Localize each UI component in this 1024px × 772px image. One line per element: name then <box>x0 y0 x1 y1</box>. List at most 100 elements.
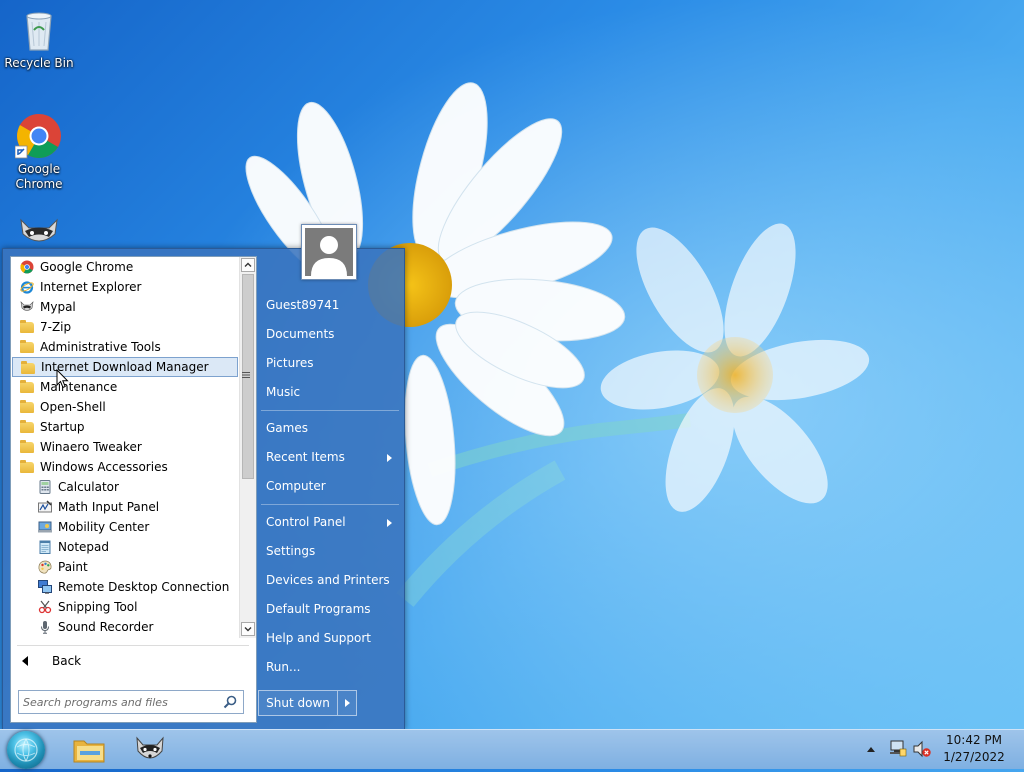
program-item-remote-desktop-connection[interactable]: Remote Desktop Connection <box>11 577 239 597</box>
user-silhouette-icon <box>305 228 353 276</box>
program-item-windows-accessories[interactable]: Windows Accessories <box>11 457 239 477</box>
shutdown-button[interactable]: Shut down <box>259 691 338 715</box>
scroll-up-button[interactable] <box>241 258 255 272</box>
program-item-internet-explorer[interactable]: Internet Explorer <box>11 277 239 297</box>
menu-item-user[interactable]: Guest89741 <box>266 298 339 312</box>
back-label: Back <box>52 654 82 668</box>
program-item-math-input-panel[interactable]: Math Input Panel <box>11 497 239 517</box>
folder-icon <box>20 420 34 433</box>
program-label: Internet Explorer <box>40 280 142 294</box>
program-item-startup[interactable]: Startup <box>11 417 239 437</box>
recycle-bin-icon <box>15 6 63 54</box>
program-item-snipping-tool[interactable]: Snipping Tool <box>11 597 239 617</box>
start-orb-icon <box>14 738 38 762</box>
menu-item-recent-items[interactable]: Recent Items <box>266 450 392 464</box>
search-input[interactable] <box>21 693 221 711</box>
clock-time: 10:42 PM <box>946 733 1002 747</box>
program-item-maintenance[interactable]: Maintenance <box>11 377 239 397</box>
program-item-winaero-tweaker[interactable]: Winaero Tweaker <box>11 437 239 457</box>
program-label: Paint <box>58 560 88 574</box>
menu-item-computer[interactable]: Computer <box>266 479 326 493</box>
submenu-arrow-icon <box>387 519 392 527</box>
program-label: Startup <box>40 420 85 434</box>
menu-item-pictures[interactable]: Pictures <box>266 356 314 370</box>
paint-icon <box>38 560 52 574</box>
program-label: Mobility Center <box>58 520 150 534</box>
program-item-notepad[interactable]: Notepad <box>11 537 239 557</box>
program-label: Open-Shell <box>40 400 106 414</box>
program-item-paint[interactable]: Paint <box>11 557 239 577</box>
program-item-administrative-tools[interactable]: Administrative Tools <box>11 337 239 357</box>
folder-icon <box>73 740 105 763</box>
taskbar-clock[interactable]: 10:42 PM 1/27/2022 <box>930 732 1018 766</box>
menu-separator <box>261 410 399 411</box>
menu-item-label: Recent Items <box>266 450 345 464</box>
program-item-internet-download-manager[interactable]: Internet Download Manager <box>12 357 238 377</box>
program-label: 7-Zip <box>40 320 72 334</box>
menu-item-run[interactable]: Run... <box>266 660 300 674</box>
menu-item-games[interactable]: Games <box>266 421 308 435</box>
chrome-icon <box>14 112 63 160</box>
menu-item-default-programs[interactable]: Default Programs <box>266 602 371 616</box>
tray-expand-button[interactable] <box>866 730 876 769</box>
all-programs-list: Google Chrome Internet Explorer Mypal 7-… <box>11 257 239 640</box>
program-item-mypal[interactable]: Mypal <box>11 297 239 317</box>
program-label: Maintenance <box>40 380 118 394</box>
chevron-up-icon <box>244 262 252 267</box>
program-item-calculator[interactable]: Calculator <box>11 477 239 497</box>
tray-network-button[interactable] <box>889 730 907 769</box>
menu-item-music[interactable]: Music <box>266 385 300 399</box>
menu-item-settings[interactable]: Settings <box>266 544 315 558</box>
notepad-icon <box>38 540 52 554</box>
taskbar-mypal-button[interactable] <box>130 733 170 767</box>
start-button[interactable] <box>7 731 45 769</box>
program-label: Sound Recorder <box>58 620 154 634</box>
scrollbar-grip-icon <box>240 371 252 382</box>
math-input-icon <box>38 500 52 514</box>
taskbar-file-explorer-button[interactable] <box>70 733 110 767</box>
shutdown-options-button[interactable] <box>338 691 356 715</box>
folder-icon <box>20 380 34 393</box>
program-item-7-zip[interactable]: 7-Zip <box>11 317 239 337</box>
programs-separator <box>17 645 249 646</box>
folder-icon <box>20 400 34 413</box>
calculator-icon <box>38 480 52 494</box>
program-item-google-chrome[interactable]: Google Chrome <box>11 257 239 277</box>
desktop-icon-recycle-bin[interactable]: Recycle Bin <box>1 6 77 71</box>
ie-icon <box>20 280 34 294</box>
program-item-open-shell[interactable]: Open-Shell <box>11 397 239 417</box>
program-item-sound-recorder[interactable]: Sound Recorder <box>11 617 239 637</box>
folder-icon <box>20 440 34 453</box>
menu-item-control-panel[interactable]: Control Panel <box>266 515 392 529</box>
menu-item-help-support[interactable]: Help and Support <box>266 631 371 645</box>
program-label: Winaero Tweaker <box>40 440 142 454</box>
clock-date: 1/27/2022 <box>943 750 1005 764</box>
network-icon <box>890 740 907 757</box>
user-avatar[interactable] <box>301 224 357 280</box>
raccoon-icon <box>20 300 34 314</box>
menu-item-devices-printers[interactable]: Devices and Printers <box>266 573 390 587</box>
program-item-mobility-center[interactable]: Mobility Center <box>11 517 239 537</box>
chevron-up-icon <box>867 747 875 752</box>
program-label: Math Input Panel <box>58 500 160 514</box>
folder-icon <box>20 320 34 333</box>
program-label: Notepad <box>58 540 109 554</box>
remote-desktop-icon <box>38 580 52 594</box>
folder-icon <box>20 460 34 473</box>
folder-icon <box>21 361 35 374</box>
scroll-down-button[interactable] <box>241 622 255 636</box>
desktop-icon-label: Google Chrome <box>15 162 63 191</box>
menu-item-documents[interactable]: Documents <box>266 327 334 341</box>
shutdown-control: Shut down <box>258 690 357 716</box>
back-button[interactable]: Back <box>11 650 255 672</box>
tray-volume-button[interactable] <box>912 730 932 769</box>
desktop-icon-google-chrome[interactable]: Google Chrome <box>1 112 77 192</box>
programs-scrollbar[interactable] <box>239 257 256 638</box>
program-label: Google Chrome <box>40 260 134 274</box>
search-box[interactable] <box>18 690 244 714</box>
volume-muted-icon <box>913 740 931 758</box>
mouse-cursor-icon <box>56 369 69 389</box>
program-label: Mypal <box>40 300 76 314</box>
search-icon[interactable] <box>223 695 237 709</box>
snipping-tool-icon <box>38 600 52 614</box>
